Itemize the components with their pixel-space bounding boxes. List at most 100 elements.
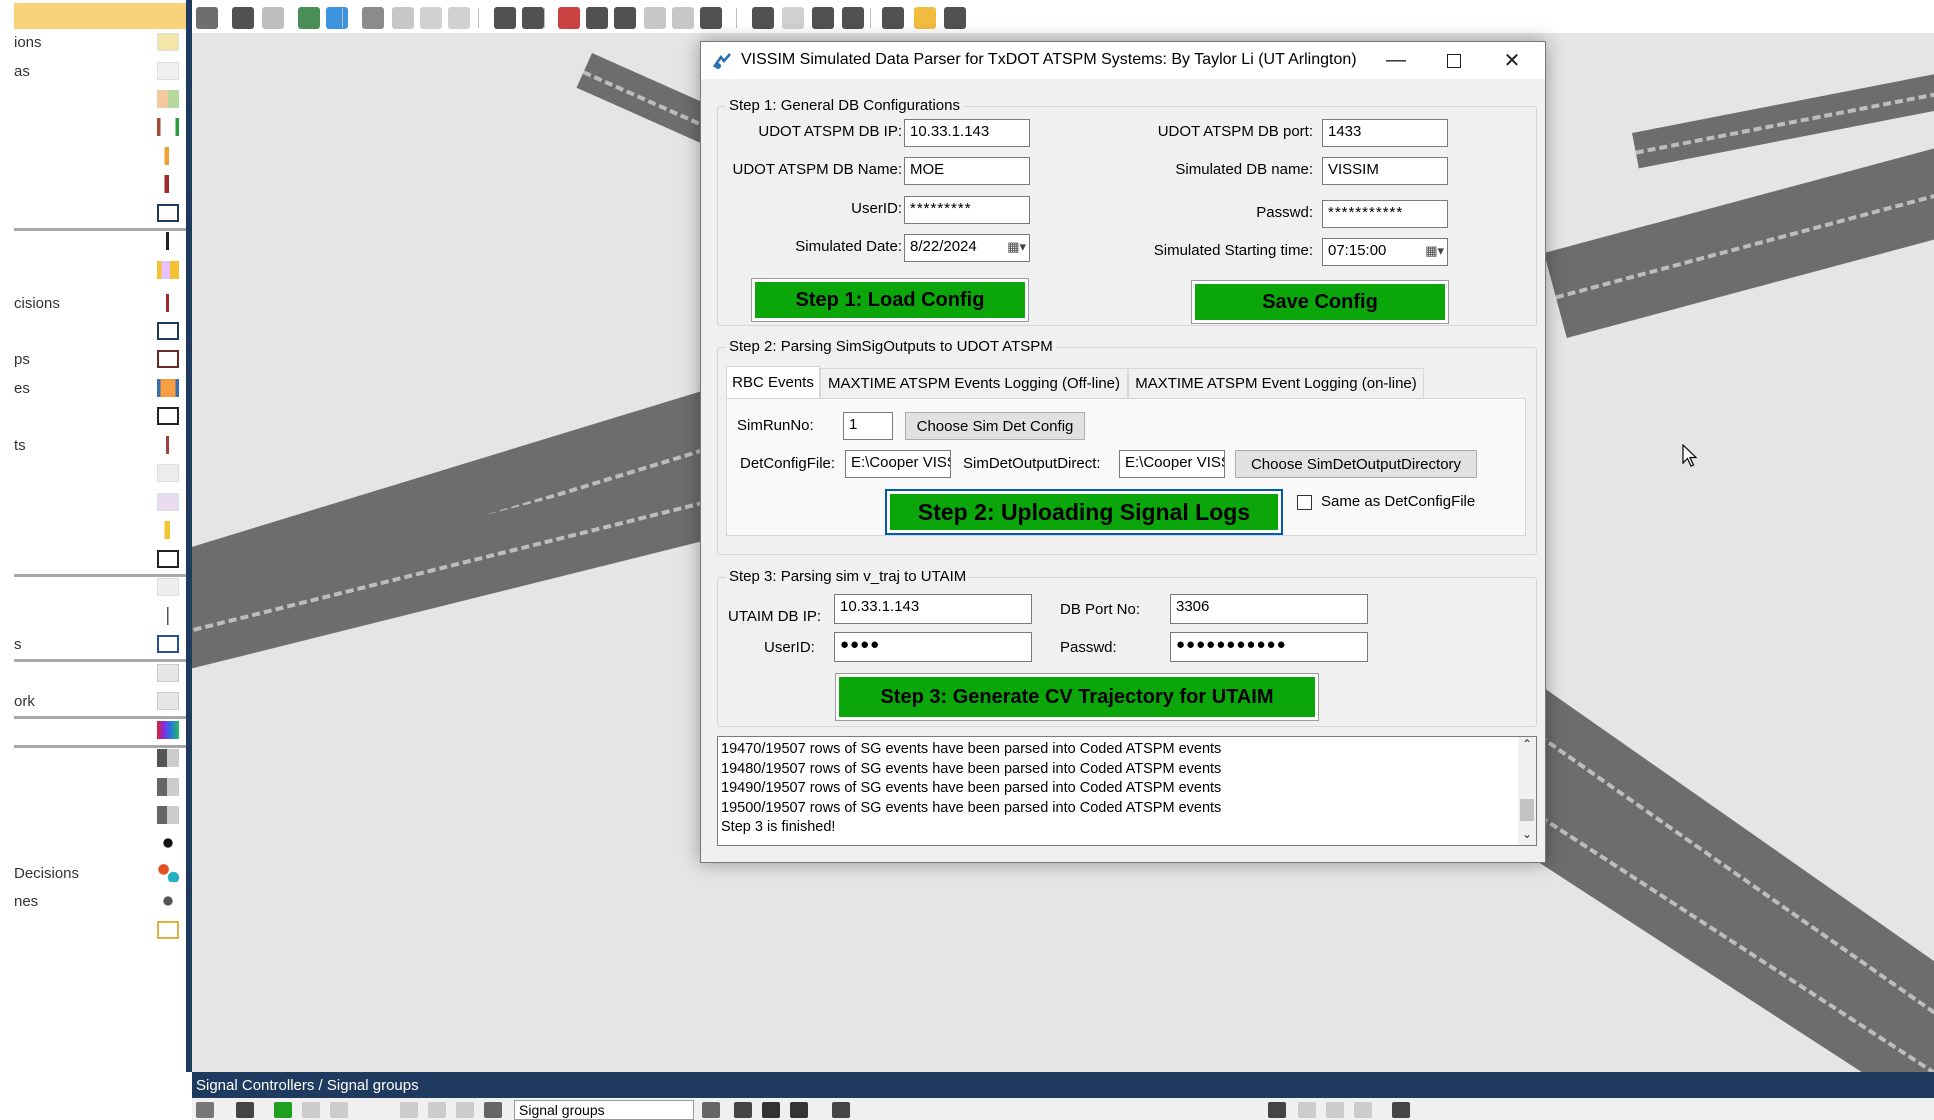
passwd-field[interactable]: *********** <box>1322 200 1448 228</box>
legend-item[interactable]: Decisions <box>14 860 186 888</box>
zoom-select-icon[interactable] <box>522 7 544 29</box>
scroll-down-icon[interactable]: ⌄ <box>1518 827 1536 845</box>
log-scrollbar[interactable]: ⌃ ⌄ <box>1518 737 1536 845</box>
detconfig-field[interactable]: E:\Cooper VISSIM <box>845 450 951 478</box>
filter-icon[interactable] <box>1354 1102 1372 1118</box>
sort-ascending-icon[interactable] <box>400 1102 418 1118</box>
zoom-window-icon[interactable] <box>586 7 608 29</box>
sim-db-name-field[interactable]: VISSIM <box>1322 157 1448 185</box>
utaim-userid-field[interactable]: ●●●● <box>834 632 1032 662</box>
user-icon[interactable] <box>832 1102 850 1118</box>
plane-icon[interactable] <box>842 7 864 29</box>
legend-item[interactable] <box>14 830 186 858</box>
filter-icon[interactable] <box>456 1102 474 1118</box>
utaim-ip-field[interactable]: 10.33.1.143 <box>834 594 1032 624</box>
upload-signal-logs-button[interactable]: Step 2: Uploading Signal Logs <box>885 489 1283 535</box>
hand-icon[interactable] <box>752 7 774 29</box>
3d-box-icon[interactable] <box>914 7 936 29</box>
pan-hand-icon[interactable] <box>494 7 516 29</box>
list-type-select[interactable]: Signal groups <box>514 1100 694 1120</box>
log-output[interactable]: 19470/19507 rows of SG events have been … <box>717 736 1537 846</box>
legend-item[interactable] <box>14 517 186 545</box>
add-icon[interactable] <box>274 1102 292 1118</box>
userid-field[interactable]: ********* <box>904 196 1030 224</box>
db-ip-field[interactable]: 10.33.1.143 <box>904 119 1030 147</box>
db-name-field[interactable]: MOE <box>904 157 1030 185</box>
legend-item[interactable]: cisions <box>14 290 186 318</box>
globe-icon[interactable] <box>298 7 320 29</box>
simrun-field[interactable]: 1 <box>843 412 893 440</box>
scroll-thumb[interactable] <box>1520 799 1534 821</box>
paste-icon[interactable] <box>448 7 470 29</box>
grid-icon[interactable] <box>262 7 284 29</box>
legend-item[interactable] <box>14 917 186 945</box>
save-icon[interactable] <box>762 1102 780 1118</box>
list-layout-icon[interactable] <box>196 1102 214 1118</box>
legend-item[interactable]: ork <box>14 688 186 716</box>
legend-item[interactable] <box>14 774 186 802</box>
copy-icon[interactable] <box>702 1102 720 1118</box>
edit-icon[interactable] <box>302 1102 320 1118</box>
measure-icon[interactable] <box>812 7 834 29</box>
maximize-button[interactable] <box>1425 42 1483 79</box>
generate-cv-trajectory-button[interactable]: Step 3: Generate CV Trajectory for UTAIM <box>835 673 1319 721</box>
tab-maxtime-online[interactable]: MAXTIME ATSPM Event Logging (on-line) <box>1128 368 1424 398</box>
sort-descending-icon[interactable] <box>1326 1102 1344 1118</box>
save-as-icon[interactable] <box>790 1102 808 1118</box>
same-as-detconfig-checkbox[interactable] <box>1297 495 1312 510</box>
wrench-icon[interactable] <box>1268 1102 1286 1118</box>
legend-item[interactable] <box>14 114 186 142</box>
undo-icon[interactable] <box>392 7 414 29</box>
load-config-button[interactable]: Step 1: Load Config <box>751 278 1029 322</box>
legend-item[interactable] <box>14 318 186 346</box>
dialog-titlebar[interactable]: VISSIM Simulated Data Parser for TxDOT A… <box>701 42 1545 79</box>
database-icon[interactable] <box>734 1102 752 1118</box>
legend-item[interactable] <box>14 603 186 631</box>
sort-descending-icon[interactable] <box>428 1102 446 1118</box>
tab-maxtime-offline[interactable]: MAXTIME ATSPM Events Logging (Off-line) <box>820 368 1128 398</box>
legend-item[interactable] <box>14 460 186 488</box>
pin-icon[interactable] <box>326 7 348 29</box>
tab-rbc-events[interactable]: RBC Events <box>726 366 820 398</box>
vehicle-icon[interactable] <box>700 7 722 29</box>
zoom-extent-icon[interactable] <box>558 7 580 29</box>
sim-date-picker[interactable]: 8/22/2024 ▦▾ <box>904 234 1030 262</box>
layout-icon[interactable] <box>196 7 218 29</box>
legend-item[interactable]: es <box>14 375 186 403</box>
delete-icon[interactable] <box>330 1102 348 1118</box>
legend-item[interactable] <box>14 574 186 602</box>
choose-output-dir-button[interactable]: Choose SimDetOutputDirectory <box>1235 450 1477 478</box>
legend-item[interactable] <box>14 257 186 285</box>
legend-item[interactable] <box>14 717 186 745</box>
legend-item[interactable] <box>14 171 186 199</box>
legend-item[interactable] <box>14 802 186 830</box>
legend-item[interactable] <box>14 86 186 114</box>
zoom-icon[interactable] <box>614 7 636 29</box>
forward-icon[interactable] <box>672 7 694 29</box>
legend-item[interactable]: ions <box>14 29 186 57</box>
user-icon[interactable] <box>1392 1102 1410 1118</box>
output-dir-field[interactable]: E:\Cooper VISSIM <box>1119 450 1225 478</box>
back-icon[interactable] <box>644 7 666 29</box>
copy-icon[interactable] <box>420 7 442 29</box>
db-port-field[interactable]: 1433 <box>1322 119 1448 147</box>
sync-icon[interactable] <box>484 1102 502 1118</box>
legend-item[interactable]: ts <box>14 432 186 460</box>
sort-ascending-icon[interactable] <box>1298 1102 1316 1118</box>
legend-item[interactable]: ps <box>14 346 186 374</box>
legend-item[interactable] <box>14 403 186 431</box>
legend-item[interactable] <box>14 143 186 171</box>
scroll-up-icon[interactable]: ⌃ <box>1518 737 1536 755</box>
legend-item[interactable] <box>14 489 186 517</box>
calendar-dropdown-icon[interactable]: ▦▾ <box>1007 239 1026 255</box>
sim-start-time-picker[interactable]: 07:15:00 ▦▾ <box>1322 238 1448 266</box>
db-port-no-field[interactable]: 3306 <box>1170 594 1368 624</box>
eraser-icon[interactable] <box>782 7 804 29</box>
legend-item[interactable]: as <box>14 58 186 86</box>
legend-item[interactable] <box>14 200 186 228</box>
3d-icon[interactable] <box>944 7 966 29</box>
legend-item[interactable] <box>14 228 186 256</box>
legend-item[interactable] <box>14 660 186 688</box>
save-config-button[interactable]: Save Config <box>1191 280 1449 324</box>
minimize-button[interactable]: — <box>1367 42 1425 79</box>
